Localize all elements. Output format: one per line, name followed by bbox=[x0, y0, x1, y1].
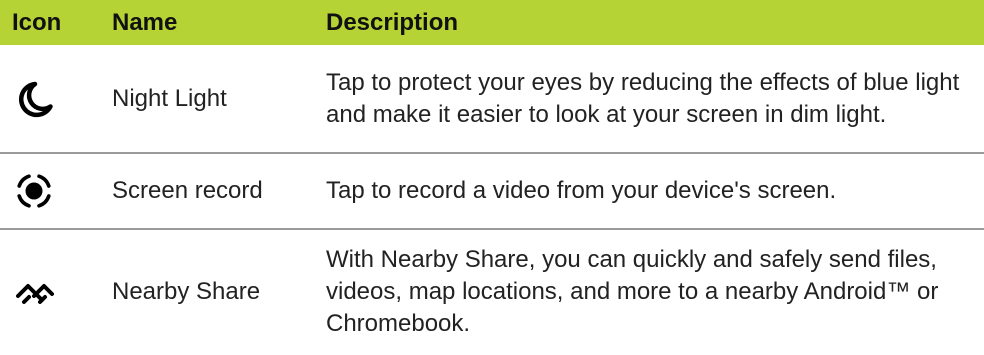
nearby-share-icon bbox=[14, 272, 100, 312]
header-name: Name bbox=[100, 0, 318, 45]
feature-description: Tap to record a video from your device's… bbox=[318, 153, 984, 230]
feature-name: Night Light bbox=[100, 45, 318, 154]
table-header-row: Icon Name Description bbox=[0, 0, 984, 45]
feature-description: Tap to protect your eyes by reducing the… bbox=[318, 45, 984, 154]
header-description: Description bbox=[318, 0, 984, 45]
table-row: Night Light Tap to protect your eyes by … bbox=[0, 45, 984, 154]
feature-name: Nearby Share bbox=[112, 278, 261, 305]
feature-description: With Nearby Share, you can quickly and s… bbox=[326, 246, 939, 337]
screen-record-icon bbox=[14, 171, 100, 211]
table-row: Screen record Tap to record a video from… bbox=[0, 153, 984, 230]
night-light-moon-icon bbox=[14, 79, 100, 119]
feature-name: Screen record bbox=[100, 153, 318, 230]
quick-settings-table: Icon Name Description Night Light Tap to… bbox=[0, 0, 984, 354]
table-row: Nearby Share With Nearby Share, you can … bbox=[0, 229, 984, 354]
header-icon: Icon bbox=[0, 0, 100, 45]
